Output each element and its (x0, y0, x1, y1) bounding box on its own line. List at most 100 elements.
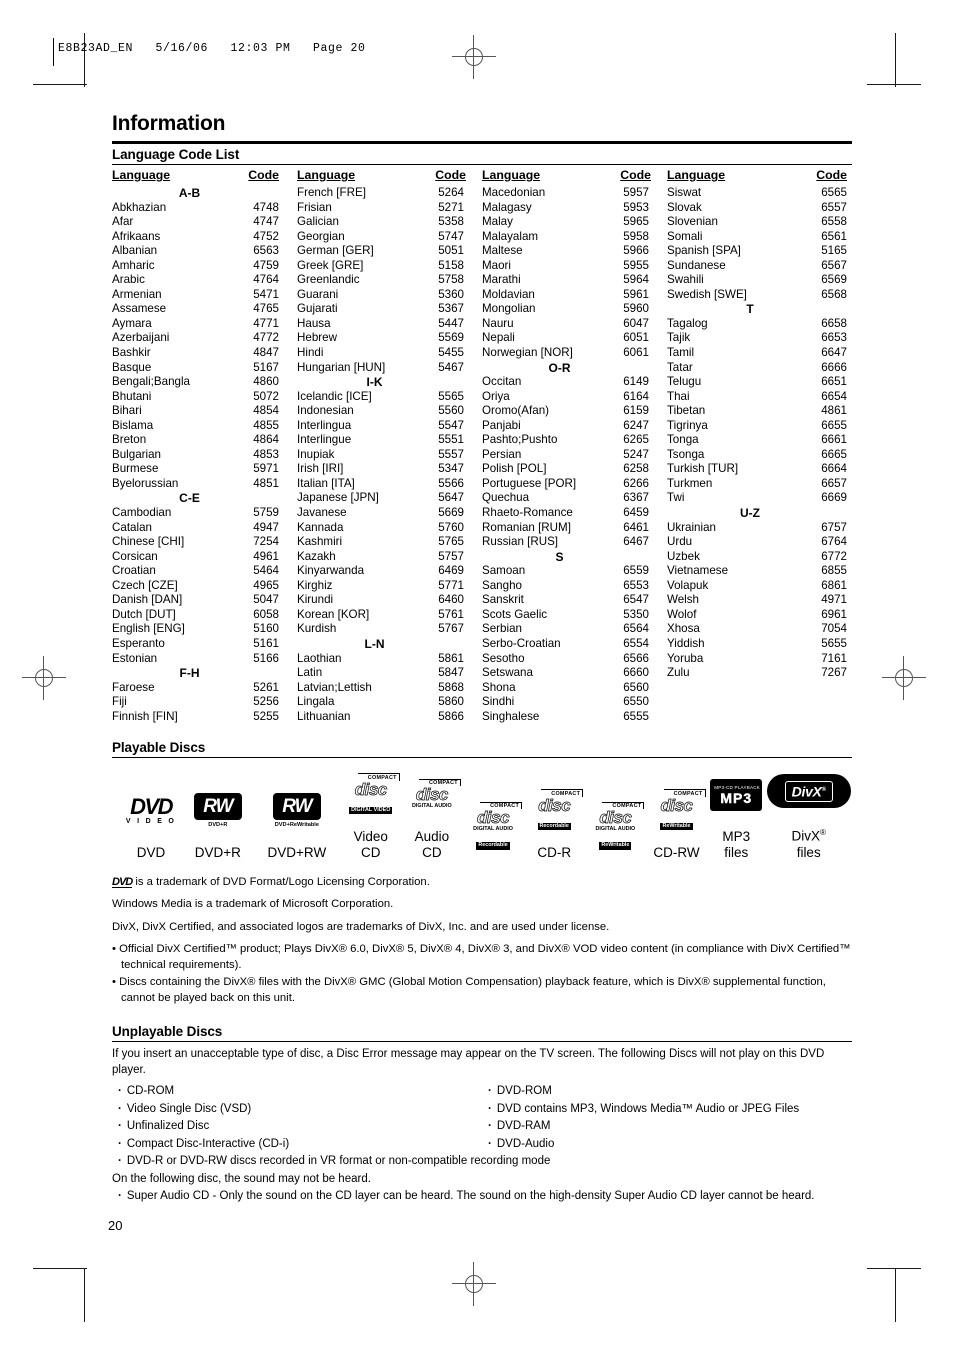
page-title: Information (112, 112, 226, 135)
column-header-language: Language (482, 168, 541, 182)
language-name: Lingala (297, 695, 335, 709)
language-column-2: Language Code French [FRE] 5264 Frisian 5271 G… (297, 168, 482, 724)
column-header-language: Language (667, 168, 726, 182)
language-name: Tsonga (667, 447, 705, 461)
language-code: 6655 (821, 418, 847, 432)
language-row: Italian [ITA] 5566 (297, 477, 482, 492)
language-group-heading: S (555, 549, 564, 564)
cd-icon-format-label: DIGITAL AUDIO (595, 826, 636, 833)
language-name: Korean [KOR] (297, 607, 370, 621)
language-name: Latin (297, 666, 323, 680)
language-row: Faroese 5261 (112, 681, 297, 696)
language-row: Portuguese [POR] 6266 (482, 477, 667, 492)
language-row: Tatar 6666 (667, 361, 847, 376)
language-row: Swahili 6569 (667, 273, 847, 288)
dvd-plus-rw-icon: RW DVD+ReWritable (273, 788, 321, 834)
language-column-4: Language Code Siswat 6565 Slovak 6557 Slovenia… (667, 168, 847, 724)
language-code: 7267 (821, 666, 847, 680)
language-row: Icelandic [ICE] 5565 (297, 390, 482, 405)
language-code: 5158 (438, 258, 464, 272)
disc-caption-divx: DivX® files (791, 825, 825, 861)
language-code: 6149 (623, 375, 649, 389)
language-row: Tamil 6647 (667, 346, 847, 361)
language-row: Marathi 5964 (482, 273, 667, 288)
language-name: Sangho (482, 578, 522, 592)
language-name: Urdu (667, 535, 693, 549)
language-code: 6764 (821, 535, 847, 549)
language-code: 6560 (623, 680, 649, 694)
language-name: Galician (297, 215, 339, 229)
language-name: Gujarati (297, 302, 338, 316)
language-row: Slovenian 6558 (667, 215, 847, 230)
trademark-notes: DVD is a trademark of DVD Format/Logo Li… (112, 875, 852, 1007)
language-code: 6566 (623, 651, 649, 665)
language-code: 5759 (253, 506, 279, 520)
playable-discs-logo-row: DVD V I D E O DVD RW DVD+R DVD+R RW DVD+… (112, 768, 852, 861)
language-name: Aymara (112, 316, 152, 330)
language-row: Korean [KOR] 5761 (297, 608, 482, 623)
language-row: Sindhi 6550 (482, 695, 667, 710)
language-name: Italian [ITA] (297, 476, 355, 490)
language-name: Sundanese (667, 258, 726, 272)
language-group-heading: A-B (178, 186, 201, 200)
language-name: Macedonian (482, 186, 546, 199)
language-name: Lithuanian (297, 709, 351, 723)
language-code: 6557 (821, 200, 847, 214)
language-row: Afar 4747 (112, 215, 297, 230)
language-code: 5565 (438, 389, 464, 403)
language-name: Interlingua (297, 418, 352, 432)
note-dvd-trademark-text: is a trademark of DVD Format/Logo Licens… (132, 875, 430, 888)
language-code: 6164 (623, 389, 649, 403)
language-name: Singhalese (482, 709, 540, 723)
language-name: Kannada (297, 520, 344, 534)
language-row: Xhosa 7054 (667, 622, 847, 637)
language-name: Telugu (667, 375, 702, 389)
language-name: Spanish [SPA] (667, 244, 741, 258)
language-row: Oromo(Afan) 6159 (482, 404, 667, 419)
cd-icon-disc-wordmark: disc (538, 795, 571, 815)
language-row: Persian 5247 (482, 448, 667, 463)
language-name: Latvian;Lettish (297, 680, 372, 694)
language-row: Croatian 5464 (112, 564, 297, 579)
language-code: 6247 (623, 418, 649, 432)
unplayable-intro-text: If you insert an unacceptable type of di… (112, 1048, 825, 1077)
language-row: Greenlandic 5758 (297, 273, 482, 288)
unplayable-item-left-2: Video Single Disc (VSD) (112, 1101, 482, 1119)
language-row: Turkmen 6657 (667, 477, 847, 492)
language-column-1: Language Code A-B Abkhazian 4748 Afar 4747 Afri… (112, 168, 297, 724)
language-name: Georgian (297, 229, 345, 243)
language-code: 5961 (623, 287, 649, 301)
language-row: Vietnamese 6855 (667, 564, 847, 579)
language-code: 6265 (623, 433, 649, 447)
language-name: Bhutani (112, 389, 152, 403)
language-row: Estonian 5166 (112, 652, 297, 667)
language-row: Setswana 6660 (482, 666, 667, 681)
language-code: 5965 (623, 215, 649, 229)
language-name: Irish [IRI] (297, 462, 344, 476)
language-code: 5160 (253, 622, 279, 636)
note-windows-media: Windows Media is a trademark of Microsof… (112, 898, 394, 911)
language-name: Twi (667, 491, 685, 505)
language-name: Afrikaans (112, 229, 161, 243)
language-name: Rhaeto-Romance (482, 506, 573, 520)
language-name: Shona (482, 680, 516, 694)
language-code: 6561 (821, 229, 847, 243)
language-row: Interlingue 5551 (297, 433, 482, 448)
cd-icon-format-label: DIGITAL AUDIO (412, 803, 452, 810)
language-row: Azerbaijani 4772 (112, 331, 297, 346)
language-name: Corsican (112, 549, 158, 563)
cd-icon-recordable-label: Recordable (476, 842, 510, 850)
language-row: Occitan 6149 (482, 375, 667, 390)
language-code: 6660 (623, 666, 649, 680)
language-name: Nauru (482, 316, 514, 330)
language-code: 4854 (253, 404, 279, 418)
language-row: Arabic 4764 (112, 273, 297, 288)
language-code: 5760 (438, 520, 464, 534)
language-code: 5964 (623, 273, 649, 287)
column-header-code: Code (248, 168, 279, 182)
disc-item-cd-rw-audio: COMPACT disc DIGITAL AUDIO ReWritable (585, 801, 646, 861)
language-name: Marathi (482, 273, 521, 287)
language-code: 6664 (821, 462, 847, 476)
language-name: German [GER] (297, 244, 374, 258)
language-row: Polish [POL] 6258 (482, 462, 667, 477)
